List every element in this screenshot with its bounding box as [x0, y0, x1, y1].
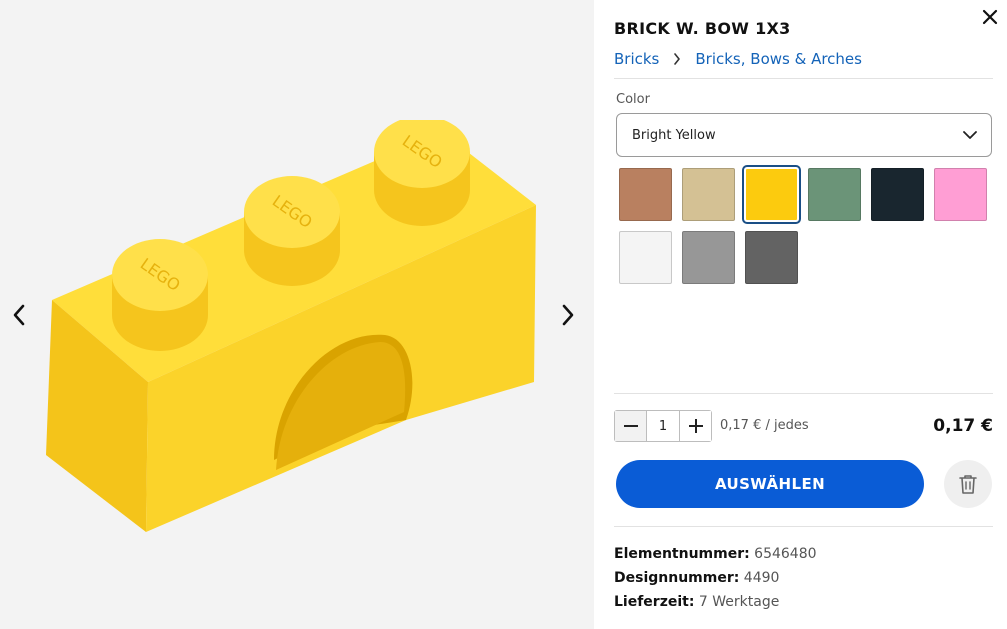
chevron-right-icon [562, 304, 574, 326]
delivery-time: Lieferzeit: 7 Werktage [614, 594, 779, 610]
product-title: BRICK W. BOW 1X3 [614, 19, 791, 38]
element-number: Elementnummer: 6546480 [614, 546, 817, 562]
delete-button[interactable] [944, 460, 992, 508]
total-price: 0,17 € [933, 416, 993, 436]
color-swatches [619, 165, 994, 284]
color-swatch[interactable] [742, 165, 801, 224]
breadcrumb: Bricks Bricks, Bows & Arches [614, 50, 862, 68]
design-number: Designnummer: 4490 [614, 570, 779, 586]
product-gallery: LEGO LEGO LEGO [0, 0, 594, 629]
increase-quantity-button[interactable] [679, 411, 711, 441]
divider [614, 393, 993, 394]
breadcrumb-bricks[interactable]: Bricks [614, 50, 659, 68]
design-number-value: 4490 [743, 570, 780, 586]
color-select-value: Bright Yellow [632, 127, 716, 143]
color-label: Color [616, 92, 650, 107]
color-select[interactable]: Bright Yellow [616, 113, 992, 157]
minus-icon [623, 425, 638, 427]
unit-price: 0,17 € / jedes [720, 418, 809, 433]
color-swatch[interactable] [745, 231, 798, 284]
product-image: LEGO LEGO LEGO [46, 120, 536, 532]
divider [614, 526, 993, 527]
chevron-right-icon [671, 53, 683, 65]
chevron-left-icon [13, 304, 25, 326]
element-number-value: 6546480 [754, 546, 817, 562]
decrease-quantity-button[interactable] [615, 411, 647, 441]
close-button[interactable] [979, 6, 1001, 28]
color-swatch[interactable] [871, 168, 924, 221]
product-details-panel: BRICK W. BOW 1X3 Bricks Bricks, Bows & A… [594, 0, 1007, 629]
next-image-button[interactable] [551, 298, 585, 332]
quantity-stepper: 1 [614, 410, 712, 442]
chevron-down-icon [963, 130, 977, 139]
design-number-label: Designnummer: [614, 570, 740, 586]
trash-icon [959, 474, 977, 494]
color-swatch[interactable] [682, 168, 735, 221]
color-swatch[interactable] [619, 231, 672, 284]
element-number-label: Elementnummer: [614, 546, 750, 562]
color-swatch[interactable] [934, 168, 987, 221]
close-icon [982, 9, 998, 25]
select-button[interactable]: AUSWÄHLEN [616, 460, 924, 508]
breadcrumb-bricks-bows-arches[interactable]: Bricks, Bows & Arches [695, 50, 862, 68]
delivery-time-label: Lieferzeit: [614, 594, 695, 610]
plus-icon [688, 419, 703, 433]
color-swatch[interactable] [619, 168, 672, 221]
quantity-value[interactable]: 1 [647, 411, 679, 441]
color-swatch[interactable] [808, 168, 861, 221]
delivery-time-value: 7 Werktage [698, 594, 780, 610]
color-swatch[interactable] [682, 231, 735, 284]
divider [614, 78, 993, 79]
